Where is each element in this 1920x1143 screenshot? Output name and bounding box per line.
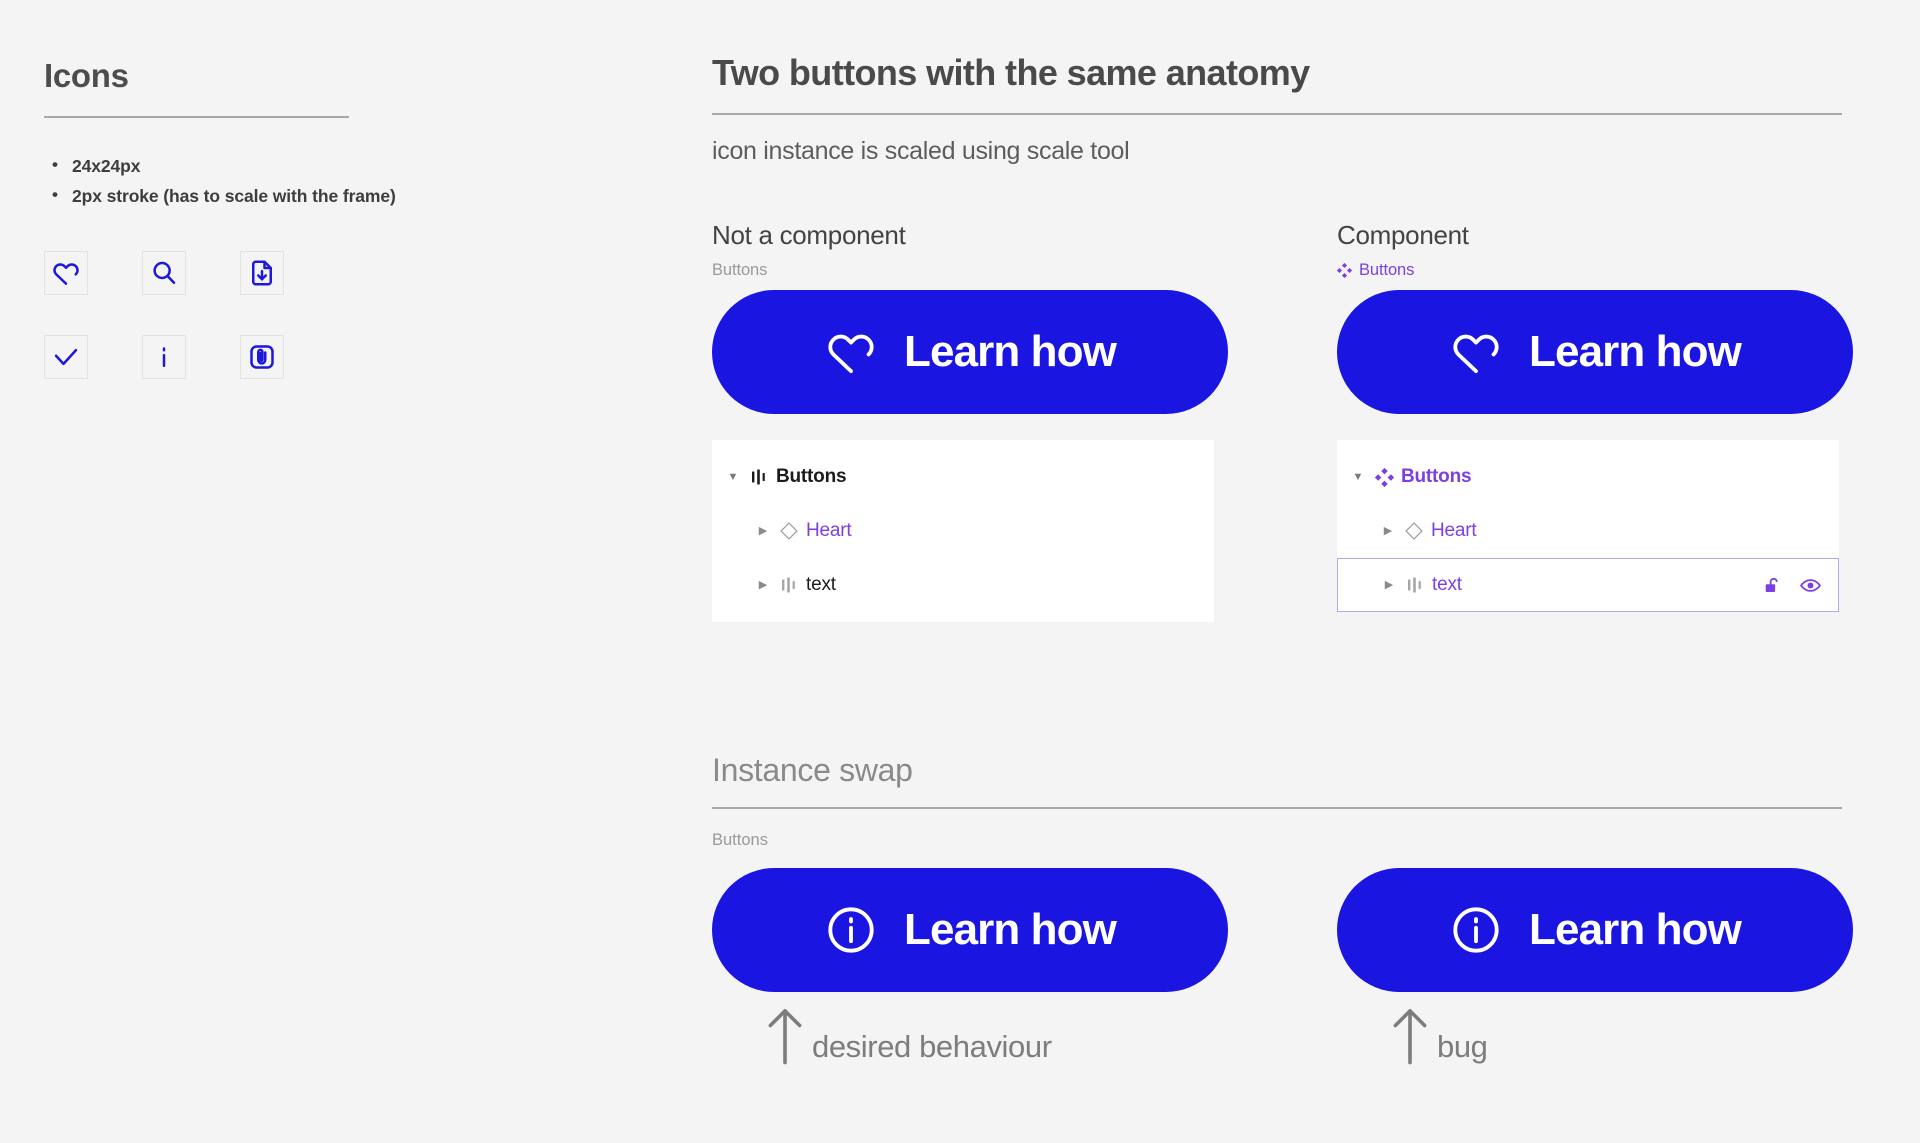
layer-name: text bbox=[1432, 574, 1462, 596]
main-subtitle: icon instance is scaled using scale tool bbox=[712, 137, 1130, 166]
heart-icon bbox=[1453, 335, 1499, 374]
annotation-text: desired behaviour bbox=[812, 1029, 1052, 1065]
button-label: Learn how bbox=[1529, 327, 1742, 377]
annotation-bug: bug bbox=[1389, 1004, 1488, 1066]
main-content: Two buttons with the same anatomy icon i… bbox=[712, 52, 1853, 1094]
column-not-a-component: Not a component Buttons Learn how ▼ Butt… bbox=[712, 220, 1228, 623]
auto-layout-glyph bbox=[752, 469, 765, 485]
icons-panel: Icons 24x24px 2px stroke (has to scale w… bbox=[44, 57, 484, 419]
swap-button-wrapper-bug: Learn how bbox=[1337, 858, 1853, 993]
instance-diamond-glyph bbox=[780, 522, 798, 541]
layers-panel-component: ▼ Buttons ▶ Heart ▶ text bbox=[1337, 440, 1839, 613]
learn-how-button-plain[interactable]: Learn how bbox=[712, 290, 1228, 415]
button-label: Learn how bbox=[1529, 905, 1742, 955]
main-title: Two buttons with the same anatomy bbox=[712, 52, 1310, 93]
component-glyph bbox=[1374, 467, 1394, 487]
instance-diamond-glyph bbox=[1405, 522, 1423, 541]
check-icon bbox=[54, 349, 78, 366]
list-item: 2px stroke (has to scale with the frame) bbox=[44, 185, 484, 207]
chevron-down-icon[interactable]: ▼ bbox=[724, 471, 742, 483]
attachment-icon bbox=[250, 345, 274, 370]
chevron-down-icon[interactable]: ▼ bbox=[1349, 471, 1367, 483]
auto-layout-glyph bbox=[782, 577, 795, 593]
learn-how-button-component[interactable]: Learn how bbox=[1337, 290, 1853, 415]
arrow-up-icon bbox=[1393, 1009, 1427, 1065]
auto-layout-icon bbox=[1398, 575, 1432, 595]
annotation-desired: desired behaviour bbox=[764, 1004, 1052, 1066]
check-icon-frame[interactable] bbox=[44, 335, 88, 380]
layer-row-buttons[interactable]: ▼ Buttons bbox=[712, 450, 1214, 504]
info-circle-icon bbox=[1453, 907, 1499, 954]
component-icon bbox=[1367, 467, 1401, 487]
attachment-icon-frame[interactable] bbox=[240, 335, 284, 380]
file-download-icon-frame[interactable] bbox=[240, 251, 284, 296]
heart-icon bbox=[828, 335, 874, 374]
button-label: Learn how bbox=[904, 905, 1117, 955]
search-icon bbox=[153, 262, 176, 285]
swap-button-wrapper-desired: Learn how bbox=[712, 858, 1228, 993]
search-icon-frame[interactable] bbox=[142, 251, 186, 296]
heart-icon-frame[interactable] bbox=[44, 251, 88, 296]
layer-row-heart[interactable]: ▶ Heart bbox=[712, 504, 1214, 558]
layer-row-buttons[interactable]: ▼ Buttons bbox=[1337, 450, 1839, 504]
learn-how-button-desired[interactable]: Learn how bbox=[712, 868, 1228, 993]
title-divider bbox=[44, 116, 349, 119]
canvas-root: Icons 24x24px 2px stroke (has to scale w… bbox=[0, 0, 1920, 1143]
column-sublabel: Buttons bbox=[1337, 260, 1847, 280]
layer-name: Buttons bbox=[1401, 466, 1472, 488]
auto-layout-glyph bbox=[1408, 577, 1421, 593]
info-letter-icon-frame[interactable] bbox=[142, 335, 186, 380]
arrow-up-icon bbox=[768, 1009, 802, 1065]
annotation-row: desired behaviour bug bbox=[712, 1004, 1852, 1094]
layer-name: Buttons bbox=[776, 466, 847, 488]
component-icon bbox=[1337, 262, 1352, 278]
layer-row-text[interactable]: ▶ text bbox=[712, 558, 1214, 612]
chevron-right-icon[interactable]: ▶ bbox=[754, 525, 772, 537]
eye-icon[interactable] bbox=[1799, 574, 1822, 597]
column-sublabel-text: Buttons bbox=[1359, 260, 1415, 279]
layer-row-text-selected[interactable]: ▶ text bbox=[1337, 558, 1839, 613]
unlock-icon[interactable] bbox=[1762, 575, 1783, 596]
instance-swap-buttons: Learn how Learn how bbox=[712, 858, 1853, 993]
icon-row-1 bbox=[44, 251, 484, 296]
layer-row-actions bbox=[1762, 574, 1822, 597]
icon-grid bbox=[44, 251, 484, 380]
icon-spec-list: 24x24px 2px stroke (has to scale with th… bbox=[44, 155, 484, 207]
info-letter-icon bbox=[162, 347, 166, 368]
button-label: Learn how bbox=[904, 327, 1117, 377]
layers-panel-plain: ▼ Buttons ▶ Heart ▶ text bbox=[712, 440, 1214, 623]
main-title-divider bbox=[712, 113, 1842, 116]
column-sublabel: Buttons bbox=[712, 260, 1222, 280]
annotation-text: bug bbox=[1437, 1029, 1488, 1065]
column-component: Component Buttons Learn how ▼ Buttons ▶ … bbox=[1337, 220, 1853, 613]
layer-name: Heart bbox=[1431, 520, 1477, 542]
layer-row-heart[interactable]: ▶ Heart bbox=[1337, 504, 1839, 558]
learn-how-button-bug[interactable]: Learn how bbox=[1337, 868, 1853, 993]
chevron-right-icon[interactable]: ▶ bbox=[1380, 579, 1398, 591]
chevron-right-icon[interactable]: ▶ bbox=[754, 579, 772, 591]
instance-diamond-icon bbox=[1397, 521, 1431, 541]
page-title: Icons bbox=[44, 57, 129, 94]
auto-layout-icon bbox=[742, 467, 776, 487]
comparison-columns: Not a component Buttons Learn how ▼ Butt… bbox=[712, 220, 1853, 640]
instance-swap-divider bbox=[712, 807, 1842, 810]
instance-diamond-icon bbox=[772, 521, 806, 541]
icon-row-2 bbox=[44, 335, 484, 380]
instance-swap-section: Instance swap Buttons Learn how Learn ho… bbox=[712, 752, 1853, 1094]
file-download-icon bbox=[252, 260, 272, 286]
column-heading: Not a component bbox=[712, 220, 906, 251]
column-heading: Component bbox=[1337, 220, 1469, 251]
info-circle-icon bbox=[828, 907, 874, 954]
column-sublabel-text: Buttons bbox=[712, 260, 768, 279]
instance-swap-sublabel: Buttons bbox=[712, 831, 768, 850]
layer-name: Heart bbox=[806, 520, 852, 542]
chevron-right-icon[interactable]: ▶ bbox=[1379, 525, 1397, 537]
heart-icon bbox=[53, 263, 79, 286]
list-item: 24x24px bbox=[44, 155, 484, 177]
layer-name: text bbox=[806, 574, 836, 596]
auto-layout-icon bbox=[772, 575, 806, 595]
instance-swap-title: Instance swap bbox=[712, 752, 913, 789]
